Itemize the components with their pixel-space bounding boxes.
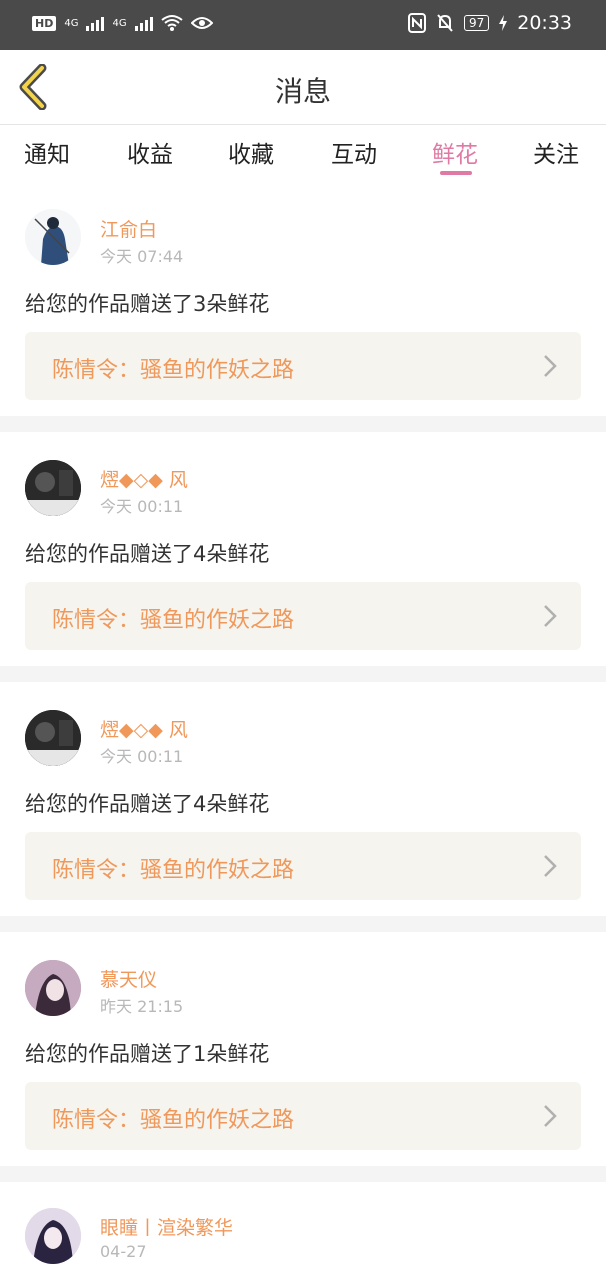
wifi-icon xyxy=(160,15,183,31)
work-title: 陈情令：骚鱼的作妖之路 xyxy=(52,858,295,883)
separator xyxy=(0,416,606,432)
mute-bell-icon xyxy=(437,14,453,32)
tab-flowers[interactable]: 鲜花 xyxy=(432,135,478,169)
avatar[interactable] xyxy=(25,209,81,265)
separator xyxy=(0,916,606,932)
message-time: 昨天 21:15 xyxy=(100,997,184,1016)
sender-name[interactable]: 眼瞳丨渲染繁华 xyxy=(100,1213,233,1240)
message-text: 给您的作品赠送了3朵鲜花 xyxy=(25,292,270,316)
chevron-right-icon xyxy=(544,1105,557,1127)
charging-icon xyxy=(499,15,508,31)
separator xyxy=(0,666,606,682)
hd-icon: HD xyxy=(32,15,57,31)
avatar[interactable] xyxy=(25,1208,81,1264)
sender-name[interactable]: 熤◆◇◆ 风 xyxy=(100,465,188,492)
work-title: 陈情令：骚鱼的作妖之路 xyxy=(52,1108,295,1133)
chevron-right-icon xyxy=(544,605,557,627)
sender-name[interactable]: 江俞白 xyxy=(100,215,157,242)
separator xyxy=(0,1166,606,1182)
chevron-right-icon xyxy=(544,355,557,377)
tab-earnings[interactable]: 收益 xyxy=(127,135,173,169)
sender-name[interactable]: 慕天仪 xyxy=(100,965,157,992)
message-card: 慕天仪 昨天 21:15 给您的作品赠送了1朵鲜花 陈情令：骚鱼的作妖之路 xyxy=(0,932,606,1166)
message-card: 熤◆◇◆ 风 今天 00:11 给您的作品赠送了4朵鲜花 陈情令：骚鱼的作妖之路 xyxy=(0,682,606,916)
work-title: 陈情令：骚鱼的作妖之路 xyxy=(52,608,295,633)
chevron-right-icon xyxy=(544,855,557,877)
signal-icon xyxy=(86,15,105,31)
message-text: 给您的作品赠送了1朵鲜花 xyxy=(25,1042,270,1066)
status-right: 97 20:33 xyxy=(407,12,572,34)
message-card: 熤◆◇◆ 风 今天 00:11 给您的作品赠送了4朵鲜花 陈情令：骚鱼的作妖之路 xyxy=(0,432,606,666)
message-time: 04-27 xyxy=(100,1242,147,1261)
network-label-2: 4G xyxy=(112,17,127,29)
eye-icon xyxy=(190,17,213,29)
active-tab-indicator xyxy=(440,171,472,175)
tab-notifications[interactable]: 通知 xyxy=(24,135,70,169)
message-text: 给您的作品赠送了4朵鲜花 xyxy=(25,792,270,816)
work-link[interactable]: 陈情令：骚鱼的作妖之路 xyxy=(25,332,581,400)
message-time: 今天 07:44 xyxy=(100,247,184,266)
tab-following[interactable]: 关注 xyxy=(533,135,579,169)
message-card: 江俞白 今天 07:44 给您的作品赠送了3朵鲜花 陈情令：骚鱼的作妖之路 xyxy=(0,181,606,416)
message-text: 给您的作品赠送了4朵鲜花 xyxy=(25,542,270,566)
status-bar: HD 4G 4G 97 20:33 xyxy=(0,0,606,50)
status-left: HD 4G 4G xyxy=(32,14,213,32)
message-card: 眼瞳丨渲染繁华 04-27 xyxy=(0,1182,606,1280)
signal-icon-2 xyxy=(134,15,153,31)
avatar[interactable] xyxy=(25,460,81,516)
message-time: 今天 00:11 xyxy=(100,747,184,766)
tab-interactions[interactable]: 互动 xyxy=(331,135,377,169)
message-time: 今天 00:11 xyxy=(100,497,184,516)
avatar[interactable] xyxy=(25,960,81,1016)
nfc-icon xyxy=(407,13,426,33)
avatar[interactable] xyxy=(25,710,81,766)
status-time: 20:33 xyxy=(517,12,572,34)
work-title: 陈情令：骚鱼的作妖之路 xyxy=(52,358,295,383)
work-link[interactable]: 陈情令：骚鱼的作妖之路 xyxy=(25,1082,581,1150)
work-link[interactable]: 陈情令：骚鱼的作妖之路 xyxy=(25,582,581,650)
page-title: 消息 xyxy=(274,75,331,108)
sender-name[interactable]: 熤◆◇◆ 风 xyxy=(100,715,188,742)
network-label-1: 4G xyxy=(64,17,79,29)
battery-icon: 97 xyxy=(463,15,490,31)
tab-favorites[interactable]: 收藏 xyxy=(228,135,274,169)
nav-bar: 消息 xyxy=(0,50,606,125)
work-link[interactable]: 陈情令：骚鱼的作妖之路 xyxy=(25,832,581,900)
tab-bar: 通知 收益 收藏 互动 鲜花 关注 xyxy=(0,125,606,181)
